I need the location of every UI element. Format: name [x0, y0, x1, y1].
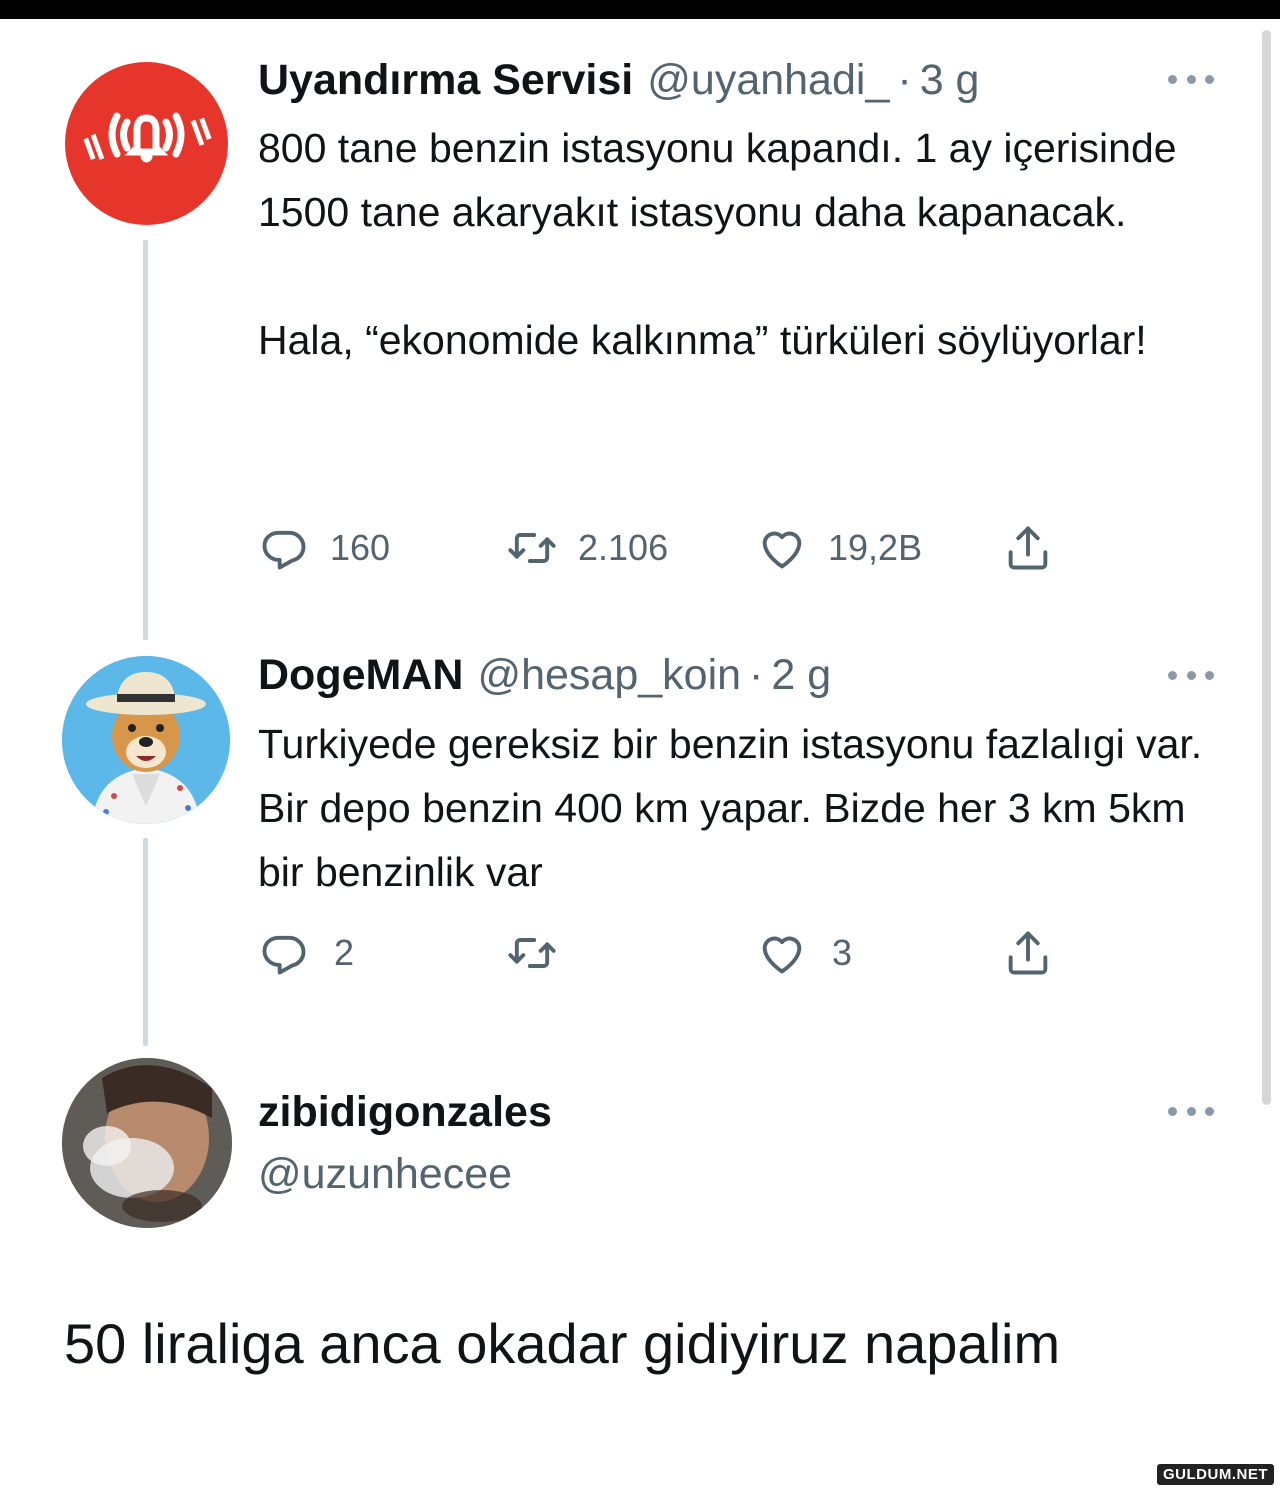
tweet-actions: 160 2.106 19,2B: [258, 520, 1078, 576]
retweet-icon: [508, 938, 556, 968]
bell-icon: [83, 112, 212, 163]
top-black-bar: [0, 0, 1280, 19]
reply-icon: [262, 530, 306, 570]
timestamp[interactable]: 3 g: [920, 56, 980, 105]
tweet-actions: 2 3: [258, 925, 1078, 981]
display-name[interactable]: zibidigonzales: [258, 1088, 552, 1137]
person-avatar-icon: [62, 1058, 232, 1228]
retweet-icon: [508, 533, 556, 563]
thread-line: [143, 838, 148, 1046]
timestamp[interactable]: 2 g: [771, 651, 831, 700]
thread-line: [143, 240, 148, 640]
display-name[interactable]: Uyandırma Servisi: [258, 56, 633, 105]
tweet-header: DogeMAN @hesap_koin · 2 g: [258, 651, 831, 700]
reply-count: 2: [334, 932, 355, 973]
like-count: 3: [832, 932, 853, 973]
username[interactable]: @uzunhecee: [258, 1150, 512, 1199]
more-icon[interactable]: [1168, 668, 1214, 682]
tweet-text: Turkiyede gereksiz bir benzin istasyonu …: [258, 721, 1214, 895]
like-icon: [762, 936, 802, 974]
share-icon: [1008, 931, 1048, 975]
username[interactable]: @uyanhadi_: [647, 56, 889, 105]
retweet-count: 2.106: [578, 527, 669, 568]
display-name[interactable]: DogeMAN: [258, 651, 463, 700]
more-icon[interactable]: [1168, 1104, 1214, 1118]
share-button[interactable]: [1002, 520, 1054, 576]
tweet-header: Uyandırma Servisi @uyanhadi_ · 3 g: [258, 56, 979, 105]
doge-avatar-icon: [62, 656, 230, 824]
separator-dot: ·: [749, 651, 764, 699]
reply-icon: [262, 935, 306, 975]
retweet-button[interactable]: [506, 925, 578, 981]
reply-button[interactable]: 160: [258, 520, 390, 576]
avatar[interactable]: [62, 1058, 232, 1228]
more-icon[interactable]: [1168, 72, 1214, 86]
like-button[interactable]: 3: [756, 925, 852, 981]
avatar[interactable]: [62, 656, 230, 824]
reply-button[interactable]: 2: [258, 925, 354, 981]
avatar[interactable]: [65, 62, 228, 225]
retweet-button[interactable]: 2.106: [506, 520, 668, 576]
scrollbar[interactable]: [1262, 30, 1271, 1105]
share-icon: [1008, 526, 1048, 570]
reply-text: 50 liraliga anca okadar gidiyiruz napali…: [64, 1312, 1061, 1375]
like-button[interactable]: 19,2B: [756, 520, 922, 576]
reply-count: 160: [330, 527, 391, 568]
watermark: GULDUM.NET: [1157, 1464, 1274, 1485]
share-button[interactable]: [1002, 925, 1054, 981]
username[interactable]: @hesap_koin: [477, 651, 741, 700]
like-count: 19,2B: [828, 527, 923, 568]
like-icon: [762, 531, 802, 569]
separator-dot: ·: [897, 56, 912, 104]
tweet-text: 800 tane benzin istasyonu kapandı. 1 ay …: [258, 125, 1177, 363]
